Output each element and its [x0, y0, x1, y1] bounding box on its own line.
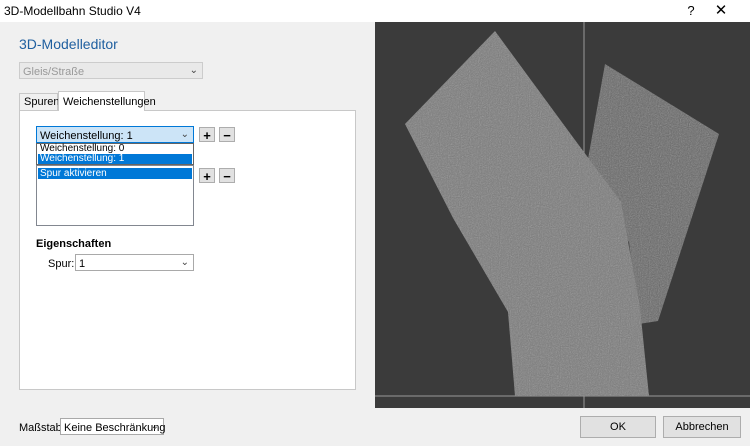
dropdown-option-highlighted[interactable]: Weichenstellung: 1 — [38, 154, 192, 164]
title-bar: 3D-Modellbahn Studio V4 ? ✕ — [0, 0, 750, 22]
type-select-value: Gleis/Straße — [23, 66, 85, 78]
track-label: Spur: — [48, 258, 75, 270]
editor-heading: 3D-Modelleditor — [19, 36, 118, 52]
add-action-button[interactable]: + — [199, 168, 215, 184]
chevron-down-icon: ⌄ — [180, 129, 189, 140]
switch-state-select[interactable]: Weichenstellung: 1 ⌄ — [36, 126, 194, 143]
tab-spuren[interactable]: Spuren — [19, 93, 60, 110]
type-select: Gleis/Straße ⌄ — [19, 62, 203, 79]
window-title: 3D-Modellbahn Studio V4 — [4, 4, 141, 18]
track-select-value: 1 — [79, 258, 86, 270]
viewport-scene — [375, 22, 750, 408]
chevron-down-icon: ⌄ — [150, 421, 159, 432]
chevron-down-icon: ⌄ — [180, 257, 189, 268]
close-button[interactable]: ✕ — [706, 0, 736, 22]
add-switch-state-button[interactable]: + — [199, 127, 215, 143]
chevron-down-icon: ⌄ — [189, 65, 198, 76]
ok-button[interactable]: OK — [580, 416, 656, 438]
tab-weichenstellungen[interactable]: Weichenstellungen — [58, 91, 156, 111]
3d-viewport[interactable] — [375, 22, 750, 408]
scale-label: Maßstab: — [19, 422, 65, 434]
help-button[interactable]: ? — [676, 0, 706, 22]
remove-action-button[interactable]: − — [219, 168, 235, 184]
tab-spuren-label: Spuren — [24, 96, 60, 108]
action-list-item[interactable]: Spur aktivieren — [38, 168, 192, 179]
track-select[interactable]: 1 ⌄ — [75, 254, 194, 271]
tab-weichenstellungen-label: Weichenstellungen — [63, 96, 156, 108]
switch-state-dropdown-list: Weichenstellung: 0 Weichenstellung: 1 — [36, 143, 194, 165]
status-bar: Maßstab: Keine Beschränkung ⌄ OK Abbrech… — [0, 408, 750, 446]
cancel-button[interactable]: Abbrechen — [663, 416, 741, 438]
properties-heading: Eigenschaften — [36, 238, 112, 250]
action-list[interactable]: Spur aktivieren — [36, 165, 194, 226]
scale-select[interactable]: Keine Beschränkung ⌄ — [60, 418, 166, 435]
switch-state-select-value: Weichenstellung: 1 — [40, 130, 133, 142]
remove-switch-state-button[interactable]: − — [219, 127, 235, 143]
